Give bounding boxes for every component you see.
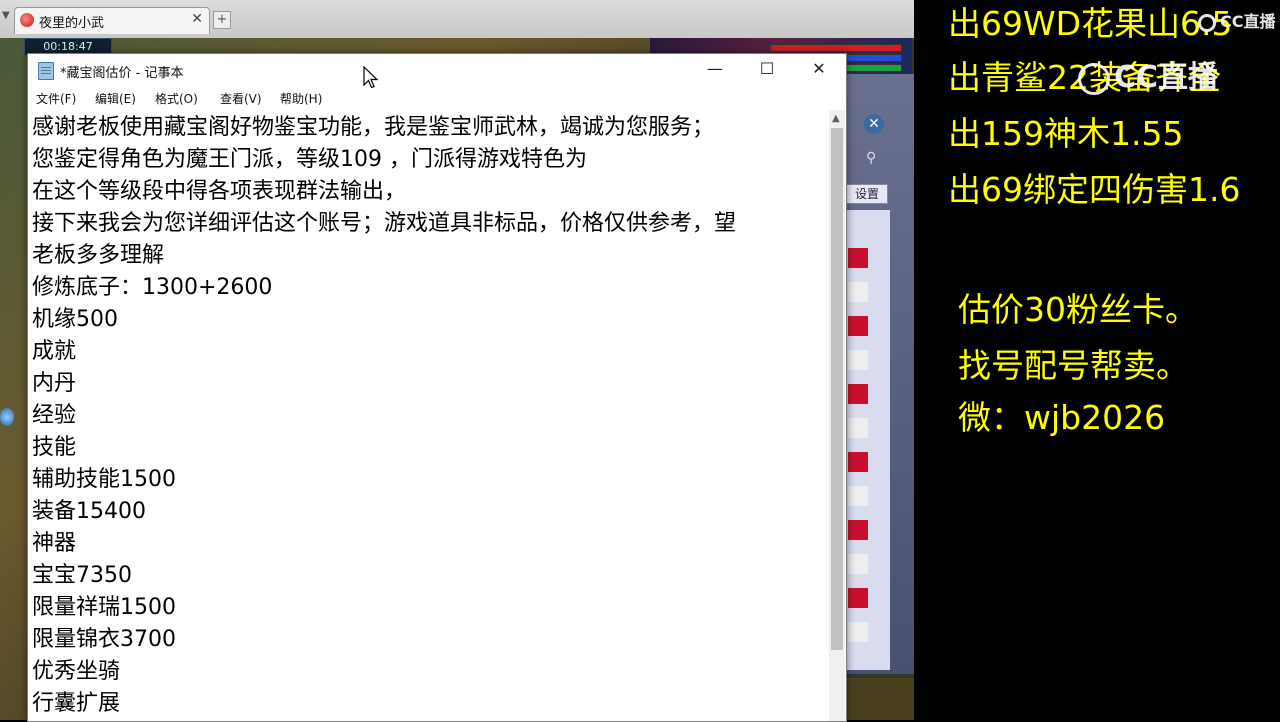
panel-slot[interactable] [848, 554, 868, 574]
favicon-icon [20, 13, 34, 27]
panel-slot[interactable] [848, 350, 868, 370]
menu-format[interactable]: 格式(O) [155, 90, 198, 107]
text-line: 限量锦衣3700 [32, 627, 176, 652]
text-line: 在这个等级段中得各项表现群法输出， [32, 179, 407, 204]
text-line: 感谢老板使用藏宝阁好物鉴宝功能，我是鉴宝师武林，竭诚为您服务； [32, 115, 715, 140]
scroll-up-arrow-icon[interactable]: ▲ [832, 113, 840, 124]
window-title: *藏宝阁估价 - 记事本 [60, 66, 184, 81]
menu-file[interactable]: 文件(F) [36, 90, 76, 107]
minimize-button[interactable]: — [692, 54, 738, 86]
overlay-sale-line: 出69WD花果山6.5 [948, 4, 1233, 43]
cc-logo-icon [1078, 62, 1110, 95]
menu-bar: 文件(F) 编辑(E) 格式(O) 查看(V) 帮助(H) [28, 86, 846, 108]
panel-slot[interactable] [848, 418, 868, 438]
text-line: 您鉴定得角色为魔王门派，等级109 ，门派得游戏特色为 [32, 147, 587, 172]
panel-slot[interactable] [848, 588, 868, 608]
panel-slot[interactable] [848, 452, 868, 472]
overlay-service-line: 找号配号帮卖。 [958, 346, 1189, 385]
notepad-title-bar[interactable]: *藏宝阁估价 - 记事本 — ☐ ✕ [28, 54, 846, 86]
panel-slot[interactable] [848, 282, 868, 302]
text-line: 内丹 [32, 371, 77, 396]
scroll-thumb[interactable] [831, 128, 843, 650]
menu-edit[interactable]: 编辑(E) [95, 90, 136, 107]
panel-item-list [846, 210, 890, 670]
panel-slot[interactable] [848, 622, 868, 642]
new-tab-button[interactable]: + [213, 11, 231, 29]
text-line: 成就 [32, 339, 77, 364]
panel-slot[interactable] [848, 520, 868, 540]
text-line: 装备15400 [32, 499, 146, 524]
panel-slot[interactable] [848, 316, 868, 336]
browser-tab[interactable]: 夜里的小武 ✕ [14, 7, 210, 34]
menu-help[interactable]: 帮助(H) [280, 90, 322, 107]
text-line: 辅助技能1500 [32, 467, 176, 492]
text-line: 限量祥瑞1500 [32, 595, 176, 620]
text-line: 宝宝7350 [32, 563, 132, 588]
watermark-text: CC直播 [1220, 12, 1276, 31]
notepad-app-icon [38, 62, 54, 80]
panel-slot[interactable] [848, 248, 868, 268]
text-line: 接下来我会为您详细评估这个账号；游戏道具非标品，价格仅供参考，望 [32, 211, 737, 236]
tab-close-icon[interactable]: ✕ [191, 11, 203, 27]
watermark-text: CC直播 [1114, 60, 1219, 95]
text-line: 机缘500 [32, 307, 118, 332]
tab-title: 夜里的小武 [39, 16, 105, 31]
mouse-cursor-icon [363, 66, 379, 89]
overlay-contact-line: 微：wjb2026 [958, 398, 1166, 437]
tab-list-arrow-icon[interactable]: ▼ [2, 10, 14, 26]
text-line: 神器 [32, 531, 77, 556]
text-line: 行囊扩展 [32, 691, 121, 716]
panel-slot[interactable] [848, 384, 868, 404]
close-button[interactable]: ✕ [796, 54, 842, 86]
text-line: 老板多多理解 [32, 243, 165, 268]
overlay-service-line: 估价30粉丝卡。 [958, 290, 1198, 329]
menu-view[interactable]: 查看(V) [220, 90, 262, 107]
browser-tab-bar: ▼ 夜里的小武 ✕ + [0, 0, 914, 39]
text-line: 修炼底子：1300+2600 [32, 275, 273, 300]
overlay-sale-line: 出159神木1.55 [948, 114, 1184, 153]
cc-logo-icon [1198, 13, 1216, 32]
hp-bar [770, 44, 902, 52]
maximize-button[interactable]: ☐ [744, 54, 790, 86]
text-line: 优秀坐骑 [32, 659, 121, 684]
search-icon[interactable]: ⚲ [866, 150, 876, 166]
text-editor-area[interactable]: 感谢老板使用藏宝阁好物鉴宝功能，我是鉴宝师武林，竭诚为您服务； 您鉴定得角色为魔… [28, 110, 828, 721]
panel-settings-button[interactable]: 设置 [846, 184, 888, 204]
game-side-panel: ✕ ⚲ 设置 [844, 74, 914, 674]
text-line: 经验 [32, 403, 77, 428]
panel-close-button[interactable]: ✕ [864, 114, 884, 134]
cc-live-watermark: CC直播 [1078, 52, 1218, 96]
gem-icon [0, 408, 14, 426]
vertical-scrollbar[interactable]: ▲ [829, 110, 845, 721]
overlay-sale-line: 出69绑定四伤害1.6 [948, 170, 1241, 209]
notepad-window: *藏宝阁估价 - 记事本 — ☐ ✕ 文件(F) 编辑(E) 格式(O) 查看(… [27, 53, 847, 722]
cc-live-watermark: CC直播 [1198, 8, 1276, 32]
panel-slot[interactable] [848, 486, 868, 506]
text-line: 技能 [32, 435, 77, 460]
game-bottom-toolbar [844, 678, 914, 720]
